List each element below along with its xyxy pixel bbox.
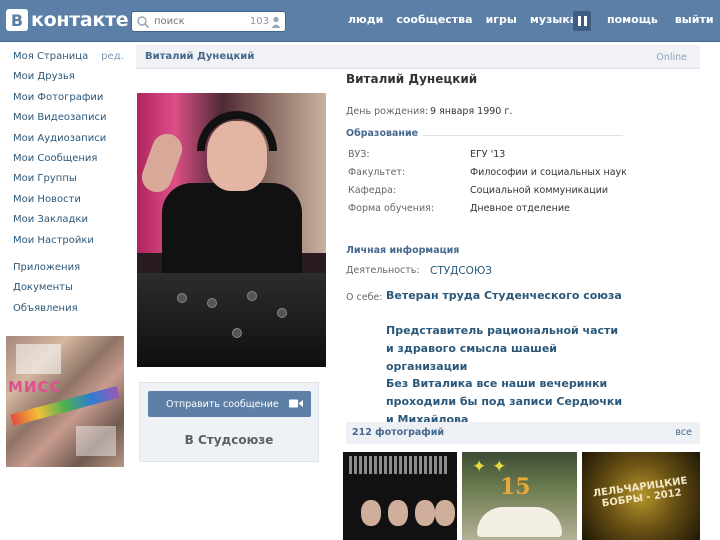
education-label: Факультет: [348,167,406,178]
education-value[interactable]: Социальной коммуникации [470,185,608,196]
sidebar-item-videos[interactable]: Мои Видеозаписи [13,108,128,128]
birthday-row: День рождения: 9 января 1990 г. [346,106,700,120]
sidebar-item-friends[interactable]: Мои Друзья [13,67,128,87]
edit-link[interactable]: ред. [101,51,124,62]
profile-name: Виталий Дунецкий [346,72,478,86]
top-nav-right: помощь выйти [607,13,720,26]
photo-thumbnail[interactable] [343,452,457,540]
profile-bar-name[interactable]: Виталий Дунецкий [145,51,254,62]
education-row: Факультет: Философии и социальных наук [346,167,700,181]
about-line: Представитель рациональной части и здрав… [386,324,619,373]
sidebar-item-ads[interactable]: Объявления [13,299,128,319]
sidebar: Моя Страница ред. Мои Друзья Мои Фотограф… [13,47,128,319]
sidebar-item-audio[interactable]: Мои Аудиозаписи [13,129,128,149]
logo[interactable]: В контакте [6,8,129,32]
photos-count-title[interactable]: 212 фотографий [352,427,444,438]
thumb-face [415,500,435,526]
education-label: ВУЗ: [348,149,370,160]
photo-knob [232,328,242,338]
photo-knob [277,308,287,318]
education-label: Кафедра: [348,185,397,196]
nav-music[interactable]: музыка [530,13,577,26]
ad-banner-image[interactable]: МИСС [6,336,124,467]
nav-games[interactable]: игры [486,13,517,26]
nav-people[interactable]: люди [348,13,383,26]
education-heading: Образование [346,128,419,139]
thumb-caption: ЛЕЛЬЧАРИЦКИЕ БОБРЫ - 2012 [592,475,689,510]
education-row: ВУЗ: ЕГУ '13 [346,149,700,163]
about-line: Ветеран труда Студенческого союза [386,289,622,302]
nav-communities[interactable]: сообщества [396,13,472,26]
photo-dj-deck [137,273,326,367]
about-line: Без Виталика все наши вечеринки проходил… [386,377,623,426]
profile-photo[interactable] [137,93,326,367]
sidebar-divider [13,251,128,258]
thumb-number: 15 [500,474,531,500]
send-message-button[interactable]: Отправить сообщение [148,391,311,417]
ad-text: МИСС [8,378,62,396]
logo-letter: В [6,9,28,31]
birthday-value[interactable]: 9 января 1990 г. [430,106,512,117]
ad-paper [16,344,61,374]
user-icon [271,16,281,28]
message-box: Отправить сообщение В Студсоюзе [139,382,319,462]
photo-knob [247,291,257,301]
photo-knob [207,298,217,308]
sidebar-item-photos[interactable]: Мои Фотографии [13,88,128,108]
sidebar-item-my-page[interactable]: Моя Страница ред. [13,47,128,67]
activity-value[interactable]: СТУДСОЮЗ [430,265,492,277]
search-box[interactable]: 103 [131,11,286,32]
group-name[interactable]: В Студсоюзе [140,433,318,447]
education-row: Кафедра: Социальной коммуникации [346,185,700,199]
nav-help[interactable]: помощь [607,13,658,26]
ad-paper-2 [76,426,116,456]
education-value[interactable]: Философии и социальных наук [470,167,627,178]
search-input[interactable] [154,16,246,27]
search-count: 103 [249,16,269,27]
logo-text: контакте [31,9,129,31]
thumb-poster-text [349,456,449,474]
birthday-label: День рождения: [346,106,429,117]
online-status: Online [656,52,687,63]
thumb-face [388,500,408,526]
education-label: Форма обучения: [348,203,435,214]
thumb-cake [477,507,562,537]
sidebar-item-news[interactable]: Мои Новости [13,190,128,210]
photo-knob [177,293,187,303]
sidebar-item-bookmarks[interactable]: Мои Закладки [13,210,128,230]
activity-row: Деятельность: СТУДСОЮЗ [346,265,700,279]
top-header: В контакте 103 люди сообщества игры музы… [0,0,720,42]
sidebar-item-label: Моя Страница [13,51,89,62]
photo-thumbnail[interactable]: ЛЕЛЬЧАРИЦКИЕ БОБРЫ - 2012 [582,452,700,540]
sidebar-item-apps[interactable]: Приложения [13,258,128,278]
thumb-face [361,500,381,526]
thumb-face [435,500,455,526]
education-row: Форма обучения: Дневное отделение [346,203,700,217]
education-divider [423,135,623,136]
sidebar-item-groups[interactable]: Мои Группы [13,169,128,189]
personal-info-heading: Личная информация [346,245,460,256]
profile-header-bar: Виталий Дунецкий Online [136,45,700,69]
search-icon [137,15,150,28]
camera-icon[interactable] [289,399,303,408]
top-nav: люди сообщества игры музыка [348,13,590,26]
send-message-label: Отправить сообщение [166,398,279,410]
sidebar-item-settings[interactable]: Мои Настройки [13,231,128,251]
photos-header: 212 фотографий все [346,422,700,444]
activity-label: Деятельность: [346,265,420,276]
sidebar-item-documents[interactable]: Документы [13,278,128,298]
about-label: О себе: [346,292,383,303]
photos-all-link[interactable]: все [675,427,692,438]
photo-thumbnail[interactable]: ✦ ✦ 15 [462,452,577,540]
pause-icon[interactable] [573,11,591,31]
about-row: О себе: [346,292,386,306]
nav-logout[interactable]: выйти [675,13,714,26]
education-value[interactable]: Дневное отделение [470,203,570,214]
education-value[interactable]: ЕГУ '13 [470,149,505,160]
sidebar-item-messages[interactable]: Мои Сообщения [13,149,128,169]
